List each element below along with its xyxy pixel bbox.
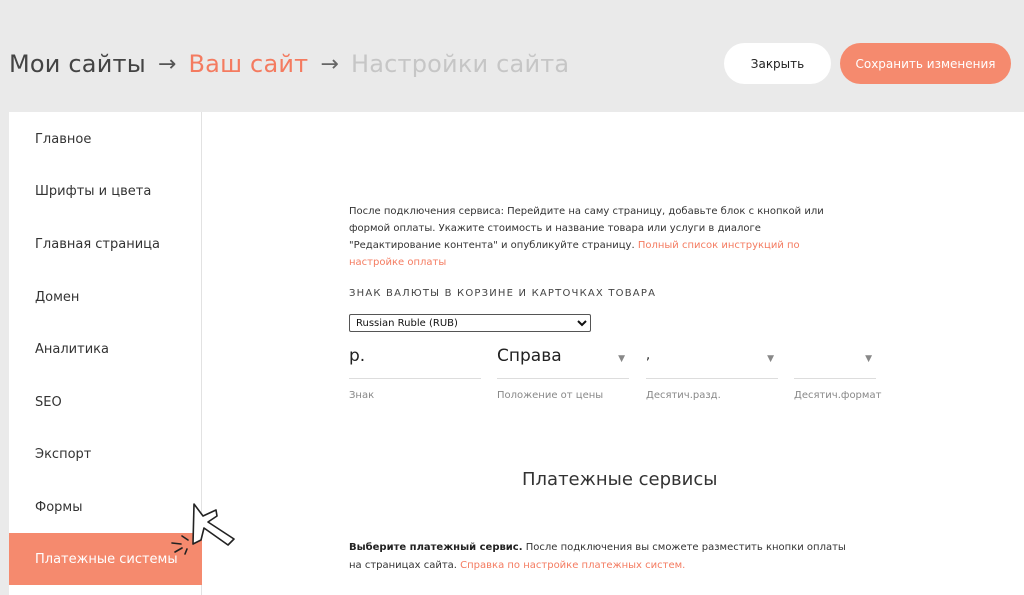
save-changes-button[interactable]: Сохранить изменения — [840, 43, 1011, 84]
sidebar-item-seo[interactable]: SEO — [9, 376, 202, 428]
breadcrumb-my-sites[interactable]: Мои сайты — [9, 50, 146, 78]
sidebar-item-export[interactable]: Экспорт — [9, 428, 202, 480]
payment-info-text: После подключения сервиса: Перейдите на … — [349, 203, 849, 271]
chevron-down-icon: ▼ — [865, 354, 872, 364]
sidebar-item-fonts-colors[interactable]: Шрифты и цвета — [9, 165, 202, 217]
decimal-format-select[interactable]: ▼ — [794, 342, 876, 379]
payment-services-title: Платежные сервисы — [522, 469, 718, 490]
chevron-down-icon: ▼ — [618, 354, 625, 364]
sidebar-item-analytics[interactable]: Аналитика — [9, 323, 202, 375]
currency-position-label: Положение от цены — [497, 390, 604, 401]
chevron-down-icon: ▼ — [767, 354, 774, 364]
currency-sign-value: р. — [349, 346, 366, 366]
decimal-separator-select[interactable]: , ▼ — [646, 342, 778, 379]
sidebar-item-domain[interactable]: Домен — [9, 271, 202, 323]
payment-systems-help-link[interactable]: Справка по настройке платежных систем. — [460, 560, 685, 571]
payment-services-description: Выберите платежный сервис. После подключ… — [349, 539, 859, 575]
currency-position-select[interactable]: Справа ▼ — [497, 342, 629, 379]
breadcrumb-site-settings: Настройки сайта — [350, 50, 570, 78]
currency-sign-label: Знак — [349, 390, 375, 401]
pointer-cursor-icon — [171, 503, 235, 555]
breadcrumb: Мои сайты → Ваш сайт → Настройки сайта — [9, 48, 569, 80]
breadcrumb-your-site[interactable]: Ваш сайт — [189, 50, 309, 78]
sidebar-item-main[interactable]: Главное — [9, 113, 202, 165]
breadcrumb-arrow-icon: → — [157, 51, 177, 77]
currency-sign-field[interactable]: р. — [349, 342, 481, 379]
currency-position-value: Справа — [497, 346, 562, 366]
currency-select[interactable]: Russian Ruble (RUB) — [349, 314, 591, 332]
payment-services-lead: Выберите платежный сервис. — [349, 542, 523, 553]
currency-section-title: ЗНАК ВАЛЮТЫ В КОРЗИНЕ И КАРТОЧКАХ ТОВАРА — [349, 288, 657, 299]
header: Мои сайты → Ваш сайт → Настройки сайта З… — [0, 0, 1024, 112]
decimal-separator-value: , — [646, 348, 651, 363]
close-button[interactable]: Закрыть — [724, 43, 831, 84]
sidebar-item-home-page[interactable]: Главная страница — [9, 218, 202, 270]
decimal-separator-label: Десятич.разд. — [646, 390, 721, 401]
breadcrumb-arrow-icon: → — [320, 51, 339, 77]
decimal-format-label: Десятич.формат — [794, 390, 882, 401]
